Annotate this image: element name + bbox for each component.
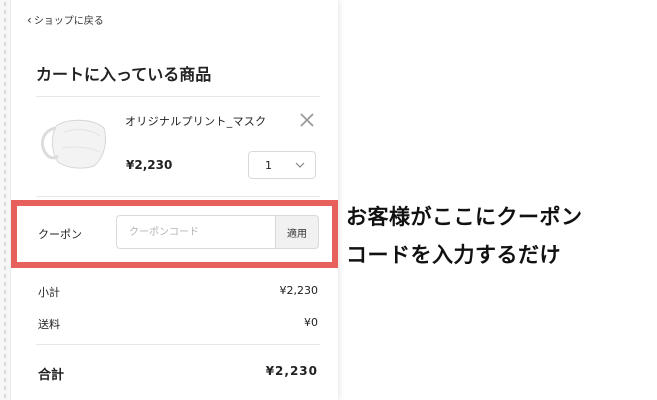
- total-label: 合計: [38, 368, 65, 383]
- divider: [36, 196, 320, 197]
- divider: [36, 344, 320, 345]
- back-to-shop-label: ショップに戻る: [33, 16, 104, 27]
- quantity-value: 1: [265, 158, 272, 172]
- total-value: ¥2,230: [265, 364, 318, 378]
- face-mask-icon: [40, 119, 107, 169]
- annotation-line: コードを入力するだけ: [346, 243, 561, 267]
- close-icon[interactable]: [297, 110, 317, 130]
- chevron-down-icon: [295, 162, 305, 168]
- back-to-shop-link[interactable]: ‹ ショップに戻る: [27, 12, 104, 28]
- chevron-left-icon: ‹: [27, 12, 32, 27]
- annotation-line: お客様がここにクーポン: [346, 205, 583, 229]
- subtotal-label: 小計: [38, 286, 60, 299]
- product-name: オリジナルプリント_マスク: [125, 115, 267, 128]
- quantity-select[interactable]: 1: [248, 151, 316, 179]
- cart-title: カートに入っている商品: [36, 65, 212, 84]
- divider: [36, 96, 320, 97]
- shipping-label: 送料: [38, 318, 60, 331]
- coupon-highlight-box: [11, 200, 338, 268]
- shipping-value: ¥0: [304, 316, 318, 329]
- annotation-callout: お客様がここにクーポン コードを入力するだけ: [346, 198, 651, 274]
- subtotal-value: ¥2,230: [279, 284, 319, 297]
- product-price: ¥2,230: [126, 158, 173, 172]
- page-edge-rail: [0, 0, 11, 400]
